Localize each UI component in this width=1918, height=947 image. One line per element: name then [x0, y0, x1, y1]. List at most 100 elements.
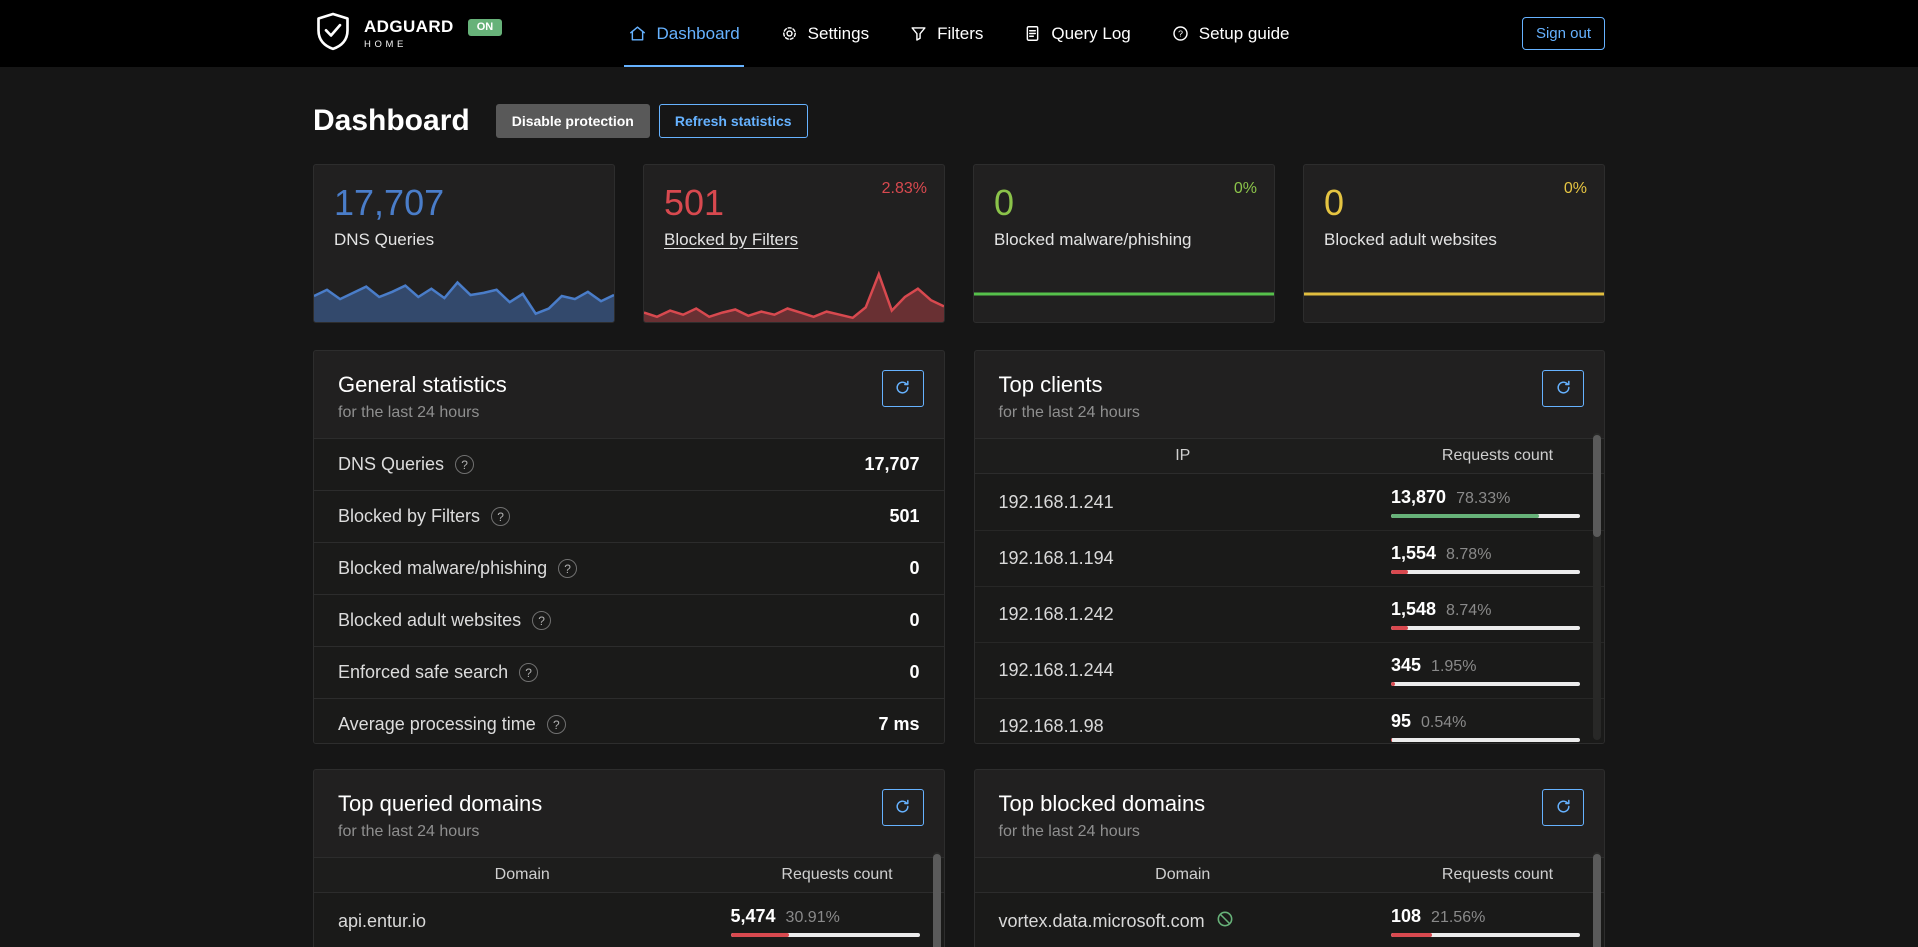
stat-label: Blocked adult websites — [1324, 230, 1497, 250]
scrollbar[interactable] — [1593, 433, 1601, 740]
refresh-button[interactable] — [882, 789, 924, 826]
help-icon[interactable]: ? — [532, 611, 551, 630]
dns-queries-sparkline — [314, 266, 614, 322]
top-clients-panel: Top clients for the last 24 hours IP Req… — [974, 350, 1606, 744]
brand-subtitle: HOME — [364, 40, 502, 50]
stat-row-value: 0 — [909, 662, 919, 683]
help-icon[interactable]: ? — [558, 559, 577, 578]
refresh-button[interactable] — [882, 370, 924, 407]
sign-out-button[interactable]: Sign out — [1522, 17, 1605, 50]
column-header-domain: Domain — [975, 866, 1392, 884]
client-ip[interactable]: 192.168.1.241 — [975, 492, 1392, 513]
nav-tab-filters[interactable]: Filters — [905, 0, 987, 67]
stat-row-label: Blocked malware/phishing — [338, 558, 547, 579]
stat-row-value: 0 — [909, 558, 919, 579]
help-icon[interactable]: ? — [519, 663, 538, 682]
top-blocked-domains-panel: Top blocked domains for the last 24 hour… — [974, 769, 1606, 947]
panel-subtitle: for the last 24 hours — [999, 404, 1581, 422]
stat-cards-row: 17,707 DNS Queries 2.83% 501 Blocked by … — [313, 164, 1605, 323]
domain-name[interactable]: vortex.data.microsoft.com — [999, 911, 1205, 932]
nav-tab-query-log[interactable]: Query Log — [1019, 0, 1134, 67]
blocked-by-filters-sparkline — [644, 266, 944, 322]
blocked-by-filters-link[interactable]: Blocked by Filters — [664, 230, 798, 250]
client-row: 192.168.1.241 13,870 78.33% — [975, 474, 1605, 530]
panel-title: Top blocked domains — [999, 791, 1581, 817]
stat-row: Blocked by Filters? 501 — [314, 490, 944, 542]
general-statistics-panel: General statistics for the last 24 hours… — [313, 350, 945, 744]
client-ip[interactable]: 192.168.1.98 — [975, 716, 1392, 737]
nav-links: Dashboard Settings Filters — [613, 0, 1305, 67]
domain-row: api.entur.io 5,474 30.91% — [314, 893, 944, 947]
table-header: Domain Requests count — [975, 857, 1605, 893]
nav-label: Filters — [937, 24, 983, 44]
stat-value: 0 — [994, 183, 1254, 223]
help-icon[interactable]: ? — [455, 455, 474, 474]
nav-tab-dashboard[interactable]: Dashboard — [624, 0, 743, 67]
client-row: 192.168.1.98 95 0.54% — [975, 698, 1605, 744]
domain-name[interactable]: api.entur.io — [314, 911, 731, 932]
middle-panels-row: General statistics for the last 24 hours… — [313, 350, 1605, 744]
page-header: Dashboard Disable protection Refresh sta… — [313, 103, 1605, 138]
stat-row-value: 501 — [889, 506, 919, 527]
table-header: Domain Requests count — [314, 857, 944, 893]
nav-label: Query Log — [1051, 24, 1130, 44]
stat-row-value: 7 ms — [878, 714, 919, 735]
gear-icon — [780, 24, 799, 43]
svg-text:?: ? — [1178, 29, 1183, 39]
column-header-ip: IP — [975, 447, 1392, 465]
help-icon[interactable]: ? — [547, 715, 566, 734]
panel-subtitle: for the last 24 hours — [338, 404, 920, 422]
brand-text: ADGUARD ON HOME — [364, 18, 502, 50]
progress-bar — [1391, 738, 1580, 742]
client-ip[interactable]: 192.168.1.242 — [975, 604, 1392, 625]
log-document-icon — [1023, 24, 1042, 43]
nav-tab-setup-guide[interactable]: ? Setup guide — [1167, 0, 1294, 67]
column-header-requests: Requests count — [1391, 866, 1604, 884]
panel-header: Top queried domains for the last 24 hour… — [314, 770, 944, 857]
protection-status-badge: ON — [468, 19, 503, 36]
client-row: 192.168.1.242 1,548 8.74% — [975, 586, 1605, 642]
scrollbar-thumb[interactable] — [933, 854, 941, 947]
request-percent: 78.33% — [1456, 490, 1510, 508]
disable-protection-button[interactable]: Disable protection — [496, 104, 650, 138]
refresh-statistics-button[interactable]: Refresh statistics — [659, 104, 808, 138]
main-content: Dashboard Disable protection Refresh sta… — [313, 103, 1605, 947]
brand[interactable]: ADGUARD ON HOME — [313, 0, 613, 67]
nav-tab-settings[interactable]: Settings — [776, 0, 873, 67]
refresh-button[interactable] — [1542, 789, 1584, 826]
stat-row-label: Enforced safe search — [338, 662, 508, 683]
scrollbar[interactable] — [1593, 852, 1601, 947]
help-circle-icon: ? — [1171, 24, 1190, 43]
general-statistics-table: DNS Queries? 17,707 Blocked by Filters? … — [314, 438, 944, 744]
blocked-adult-sparkline — [1304, 266, 1604, 322]
top-queried-table: api.entur.io 5,474 30.91% — [314, 893, 944, 947]
scrollbar-thumb[interactable] — [1593, 435, 1601, 537]
request-percent: 8.74% — [1446, 602, 1491, 620]
scrollbar-thumb[interactable] — [1593, 854, 1601, 947]
column-header-requests: Requests count — [731, 866, 944, 884]
client-ip[interactable]: 192.168.1.194 — [975, 548, 1392, 569]
top-queried-domains-panel: Top queried domains for the last 24 hour… — [313, 769, 945, 947]
column-header-domain: Domain — [314, 866, 731, 884]
request-percent: 21.56% — [1431, 909, 1485, 927]
client-ip[interactable]: 192.168.1.244 — [975, 660, 1392, 681]
stat-card-dns-queries: 17,707 DNS Queries — [313, 164, 615, 323]
stat-percent: 0% — [1234, 180, 1257, 198]
adguard-shield-logo-icon — [313, 9, 353, 58]
client-row: 192.168.1.194 1,554 8.78% — [975, 530, 1605, 586]
brand-name: ADGUARD — [364, 17, 454, 36]
stat-label: Blocked malware/phishing — [994, 230, 1192, 250]
refresh-icon — [894, 379, 911, 399]
progress-bar — [1391, 514, 1580, 518]
help-icon[interactable]: ? — [491, 507, 510, 526]
stat-row-label: Blocked adult websites — [338, 610, 521, 631]
stat-label: DNS Queries — [334, 230, 434, 250]
request-percent: 30.91% — [786, 909, 840, 927]
blocked-domain-icon[interactable] — [1215, 909, 1235, 934]
scrollbar[interactable] — [933, 852, 941, 947]
panel-header: Top clients for the last 24 hours — [975, 351, 1605, 438]
stat-card-blocked-malware: 0% 0 Blocked malware/phishing — [973, 164, 1275, 323]
progress-bar — [1391, 626, 1580, 630]
request-count: 1,554 — [1391, 543, 1436, 564]
refresh-button[interactable] — [1542, 370, 1584, 407]
